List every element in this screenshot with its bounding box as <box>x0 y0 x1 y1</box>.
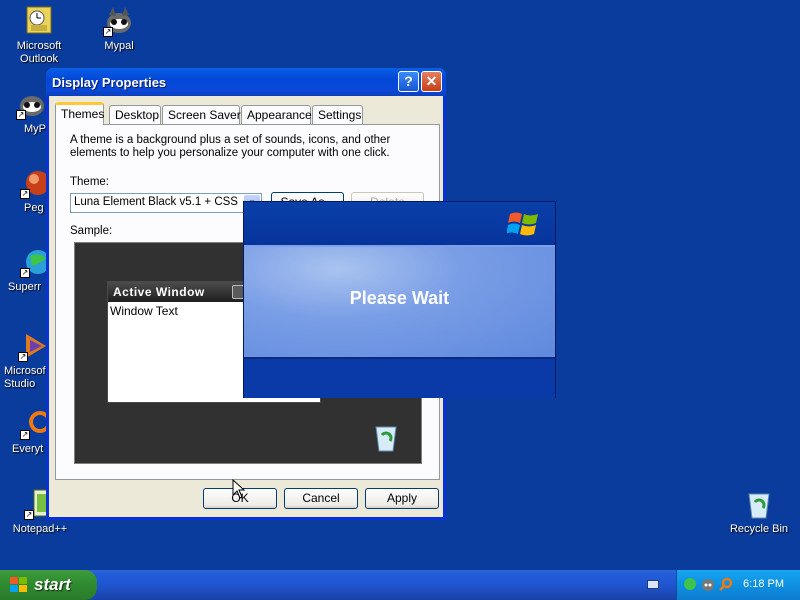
desktop-icon-label: Microsoft Outlook <box>16 40 62 65</box>
sample-label: Sample: <box>70 225 113 237</box>
shortcut-arrow-icon: ↗ <box>103 27 113 37</box>
recycle-bin-icon <box>373 423 399 453</box>
theme-select[interactable]: Luna Element Black v5.1 + CSS ▼ <box>70 193 262 213</box>
close-icon: ✕ <box>425 73 438 89</box>
theme-label: Theme: <box>70 176 109 188</box>
help-button[interactable]: ? <box>398 71 419 92</box>
shortcut-arrow-icon: ↗ <box>16 110 26 120</box>
desktop-icon-outlook[interactable]: Microsoft Outlook <box>1 5 77 66</box>
apply-button[interactable]: Apply <box>365 488 439 509</box>
mypal-icon: ↗ <box>16 88 48 120</box>
desktop-icon-mypal[interactable]: ↗ Mypal <box>81 5 157 53</box>
system-tray: 6:18 PM <box>676 570 800 600</box>
shortcut-arrow-icon: ↗ <box>18 352 28 362</box>
close-button[interactable]: ✕ <box>421 71 442 92</box>
tab-appearance[interactable]: Appearance <box>241 105 312 124</box>
tab-screen-saver[interactable]: Screen Saver <box>162 105 241 124</box>
help-icon: ? <box>404 73 413 89</box>
theme-select-value: Luna Element Black v5.1 + CSS <box>74 196 238 208</box>
network-tray-icon[interactable] <box>683 577 697 591</box>
shortcut-arrow-icon: ↗ <box>20 189 30 199</box>
shortcut-arrow-icon: ↗ <box>20 268 30 278</box>
shortcut-arrow-icon: ↗ <box>24 510 34 520</box>
windows-flag-icon <box>10 577 28 593</box>
please-wait-message: Please Wait <box>349 288 450 308</box>
desktop-icon-recycle-bin[interactable]: Recycle Bin <box>721 488 797 536</box>
theme-description: A theme is a background plus a set of so… <box>70 134 391 159</box>
recycle-bin-icon <box>743 488 775 520</box>
taskbar: start 6:18 PM <box>0 570 800 600</box>
desktop-icon-label: Recycle Bin <box>729 523 789 535</box>
desktop-icon-label: Mypal <box>104 40 134 52</box>
shortcut-arrow-icon: ↗ <box>20 430 30 440</box>
start-button[interactable]: start <box>0 570 97 600</box>
taskbar-clock[interactable]: 6:18 PM <box>743 578 784 590</box>
desktop-icon-label: Notepad++ <box>12 523 68 535</box>
tab-themes[interactable]: Themes <box>55 102 104 125</box>
tab-desktop[interactable]: Desktop <box>109 105 161 124</box>
splash-footer-band <box>244 357 555 398</box>
splash-header-band <box>244 202 555 245</box>
mypal-tray-icon[interactable] <box>701 577 715 591</box>
mouse-cursor-icon <box>232 478 246 502</box>
search-tray-icon[interactable] <box>719 577 733 591</box>
start-label: start <box>34 575 71 594</box>
please-wait-dialog: Please Wait <box>243 201 556 398</box>
window-title: Display Properties <box>52 75 167 90</box>
mypal-icon: ↗ <box>103 5 135 37</box>
keyboard-language-icon[interactable] <box>647 580 659 589</box>
tab-settings[interactable]: Settings <box>312 105 363 124</box>
cancel-button[interactable]: Cancel <box>284 488 358 509</box>
windows-logo-icon <box>506 208 541 240</box>
window-titlebar[interactable]: Display Properties ? ✕ <box>46 68 446 96</box>
sample-window-title: Active Window <box>113 285 205 299</box>
outlook-icon <box>23 5 55 37</box>
